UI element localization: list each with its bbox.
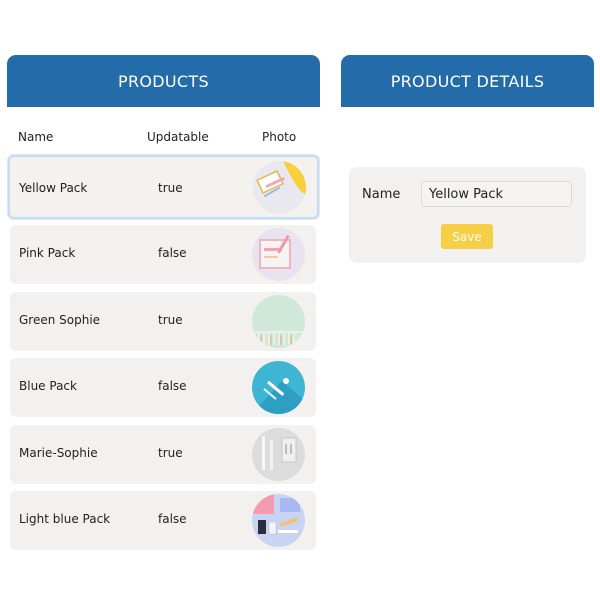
product-updatable: true	[158, 446, 183, 460]
column-header-photo: Photo	[262, 130, 297, 144]
product-photo-green-sophie	[252, 295, 305, 348]
products-panel-title: PRODUCTS	[7, 55, 320, 107]
product-details-panel-title: PRODUCT DETAILS	[341, 55, 594, 107]
product-photo-pink-pack	[252, 228, 305, 281]
product-row-light-blue-pack[interactable]: Light blue Pack false	[10, 491, 316, 550]
save-button[interactable]: Save	[441, 224, 493, 249]
name-field-label: Name	[362, 187, 401, 202]
product-name: Pink Pack	[19, 246, 76, 260]
product-updatable: false	[158, 379, 187, 393]
product-row-pink-pack[interactable]: Pink Pack false	[10, 225, 316, 284]
product-photo-light-blue-pack	[252, 494, 305, 547]
product-row-marie-sophie[interactable]: Marie-Sophie true	[10, 425, 316, 484]
product-name: Light blue Pack	[19, 512, 111, 526]
product-photo-marie-sophie	[252, 428, 305, 481]
product-name: Yellow Pack	[19, 181, 88, 195]
product-details-form: Name Save	[349, 167, 586, 263]
product-row-blue-pack[interactable]: Blue Pack false	[10, 358, 316, 417]
product-name: Green Sophie	[19, 313, 101, 327]
column-header-name: Name	[18, 130, 54, 144]
column-header-updatable: Updatable	[147, 130, 209, 144]
products-title-text: PRODUCTS	[118, 71, 209, 91]
product-updatable: false	[158, 512, 187, 526]
product-name: Marie-Sophie	[19, 446, 98, 460]
name-field[interactable]	[421, 181, 572, 207]
product-updatable: true	[158, 181, 183, 195]
product-updatable: true	[158, 313, 183, 327]
product-row-green-sophie[interactable]: Green Sophie true	[10, 292, 316, 351]
product-row-yellow-pack[interactable]: Yellow Pack true	[8, 155, 319, 219]
product-name: Blue Pack	[19, 379, 77, 393]
product-updatable: false	[158, 246, 187, 260]
product-photo-yellow-pack	[253, 161, 306, 214]
product-photo-blue-pack	[252, 361, 305, 414]
product-details-title-text: PRODUCT DETAILS	[390, 71, 545, 91]
